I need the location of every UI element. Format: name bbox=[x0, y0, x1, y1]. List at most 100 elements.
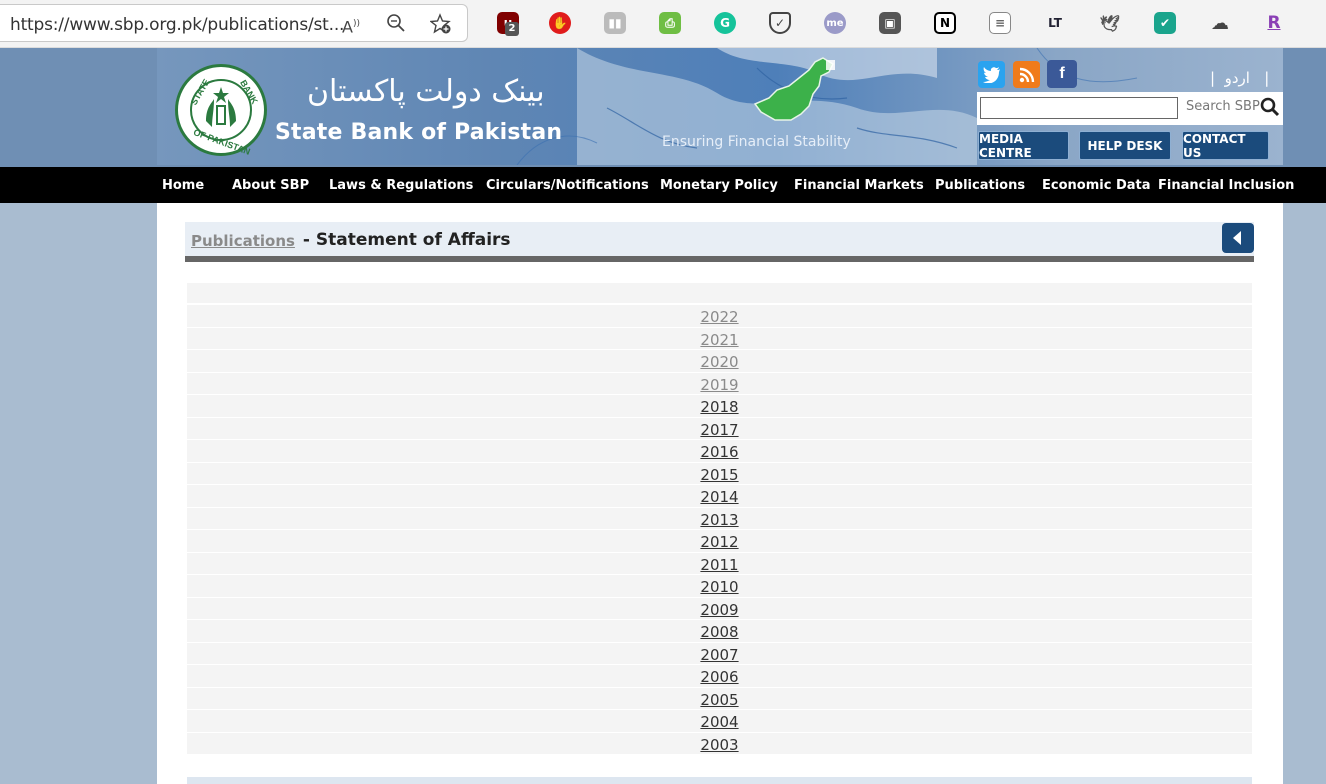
ublock-icon[interactable]: u2 bbox=[497, 12, 519, 36]
urdu-language-link[interactable]: | اردو | bbox=[1210, 69, 1269, 87]
year-link[interactable]: 2016 bbox=[187, 443, 1252, 461]
nav-about-sbp[interactable]: About SBP bbox=[232, 178, 309, 193]
list-item: 2021 bbox=[187, 327, 1252, 350]
nav-laws-regulations[interactable]: Laws & Regulations bbox=[329, 178, 473, 193]
page-title: - Statement of Affairs bbox=[297, 230, 511, 250]
tagline: Ensuring Financial Stability bbox=[662, 134, 851, 150]
me-icon[interactable]: me bbox=[824, 12, 846, 34]
help-desk-button[interactable]: HELP DESK bbox=[1079, 131, 1171, 160]
search-label[interactable]: Search SBP bbox=[1186, 99, 1260, 114]
pakistan-map-icon bbox=[753, 57, 835, 121]
list-item: 2016 bbox=[187, 440, 1252, 463]
year-link[interactable]: 2005 bbox=[187, 691, 1252, 709]
screenshot-icon[interactable]: ▣ bbox=[879, 12, 901, 34]
zoom-icon[interactable] bbox=[385, 13, 407, 35]
title-underline bbox=[185, 256, 1254, 262]
year-link[interactable]: 2019 bbox=[187, 376, 1252, 394]
nav-home[interactable]: Home bbox=[162, 178, 204, 193]
divider-left: | bbox=[1210, 69, 1225, 87]
year-link[interactable]: 2012 bbox=[187, 533, 1252, 551]
list-item: 2013 bbox=[187, 507, 1252, 530]
url-text[interactable]: https://www.sbp.org.pk/publications/st..… bbox=[10, 15, 344, 35]
list-item: 2017 bbox=[187, 417, 1252, 440]
list-item: 2005 bbox=[187, 687, 1252, 710]
list-item: 2006 bbox=[187, 665, 1252, 688]
list-item: 2011 bbox=[187, 552, 1252, 575]
facebook-icon[interactable]: f bbox=[1047, 60, 1077, 88]
year-link[interactable]: 2020 bbox=[187, 353, 1252, 371]
contact-us-button[interactable]: CONTACT US bbox=[1182, 131, 1269, 160]
list-item: 2020 bbox=[187, 350, 1252, 373]
r-icon[interactable]: R bbox=[1263, 12, 1285, 34]
list-item: 2022 bbox=[187, 305, 1252, 328]
urdu-bank-title: بینک دولت پاکستان bbox=[307, 74, 545, 109]
search-box: Search SBP bbox=[977, 92, 1283, 125]
nav-financial-markets[interactable]: Financial Markets bbox=[794, 178, 924, 193]
twitter-icon[interactable] bbox=[978, 61, 1005, 88]
list-item: 2019 bbox=[187, 372, 1252, 395]
breadcrumb-publications-link[interactable]: Publications bbox=[191, 232, 295, 250]
search-icon[interactable] bbox=[1259, 96, 1281, 118]
nav-economic-data[interactable]: Economic Data bbox=[1042, 178, 1151, 193]
year-link[interactable]: 2014 bbox=[187, 488, 1252, 506]
ublock-badge: 2 bbox=[505, 22, 519, 36]
year-link[interactable]: 2022 bbox=[187, 308, 1252, 326]
todoist-icon[interactable]: ✔ bbox=[1154, 12, 1176, 34]
list-item: 2012 bbox=[187, 530, 1252, 553]
print-icon[interactable]: ⎙ bbox=[659, 12, 681, 34]
list-item: 2014 bbox=[187, 485, 1252, 508]
read-aloud-icon[interactable]: A)) bbox=[340, 13, 362, 36]
languagetool-icon[interactable]: LT bbox=[1044, 12, 1066, 34]
year-link[interactable]: 2006 bbox=[187, 668, 1252, 686]
title-separator: - bbox=[297, 230, 316, 250]
bird-icon[interactable]: 🕊 bbox=[1099, 12, 1121, 34]
content-area: Publications - Statement of Affairs 2022… bbox=[157, 203, 1283, 784]
site-header: STATE BANK OF PAKISTAN بینک دولت پاکستان… bbox=[0, 48, 1326, 167]
year-link[interactable]: 2017 bbox=[187, 421, 1252, 439]
list-item: 2008 bbox=[187, 620, 1252, 643]
divider-right: | bbox=[1249, 69, 1270, 87]
nav-monetary-policy[interactable]: Monetary Policy bbox=[660, 178, 778, 193]
nav-publications[interactable]: Publications bbox=[935, 178, 1025, 193]
year-link[interactable]: 2011 bbox=[187, 556, 1252, 574]
list-item: 2010 bbox=[187, 575, 1252, 598]
year-link[interactable]: 2009 bbox=[187, 601, 1252, 619]
page-title-bar: Publications - Statement of Affairs bbox=[185, 222, 1254, 256]
main-nav: Home About SBP Laws & Regulations Circul… bbox=[0, 167, 1326, 203]
browser-toolbar: https://www.sbp.org.pk/publications/st..… bbox=[0, 0, 1326, 48]
page-title-text: Statement of Affairs bbox=[315, 230, 511, 250]
list-item: 2015 bbox=[187, 462, 1252, 485]
list-item: 2004 bbox=[187, 710, 1252, 733]
list-item: 2003 bbox=[187, 732, 1252, 755]
list-item: 2009 bbox=[187, 597, 1252, 620]
document-icon[interactable]: ≡ bbox=[989, 12, 1011, 34]
rss-icon[interactable] bbox=[1013, 61, 1040, 88]
cloud-icon[interactable]: ☁ bbox=[1209, 12, 1231, 34]
address-bar[interactable]: https://www.sbp.org.pk/publications/st..… bbox=[0, 4, 468, 42]
year-link[interactable]: 2008 bbox=[187, 623, 1252, 641]
year-link[interactable]: 2003 bbox=[187, 736, 1252, 754]
media-centre-button[interactable]: MEDIA CENTRE bbox=[978, 131, 1069, 160]
reader-icon[interactable]: ▮▮ bbox=[604, 12, 626, 34]
back-button[interactable] bbox=[1222, 223, 1254, 253]
year-link[interactable]: 2021 bbox=[187, 331, 1252, 349]
back-arrow-icon bbox=[1233, 231, 1241, 245]
year-link[interactable]: 2007 bbox=[187, 646, 1252, 664]
nav-financial-inclusion[interactable]: Financial Inclusion bbox=[1158, 178, 1294, 193]
list-header-row bbox=[187, 283, 1252, 304]
adblock-icon[interactable]: ✋ bbox=[549, 12, 571, 34]
sbp-logo[interactable]: STATE BANK OF PAKISTAN bbox=[175, 64, 267, 157]
pocket-icon[interactable]: ✓ bbox=[769, 12, 791, 34]
favorite-star-icon[interactable] bbox=[429, 13, 452, 35]
grammarly-icon[interactable]: G bbox=[714, 12, 736, 34]
notion-icon[interactable]: N bbox=[934, 12, 956, 34]
year-link[interactable]: 2010 bbox=[187, 578, 1252, 596]
year-link[interactable]: 2013 bbox=[187, 511, 1252, 529]
nav-circulars-notifications[interactable]: Circulars/Notifications bbox=[486, 178, 649, 193]
year-link[interactable]: 2018 bbox=[187, 398, 1252, 416]
search-input[interactable] bbox=[980, 97, 1178, 119]
year-link[interactable]: 2015 bbox=[187, 466, 1252, 484]
year-link[interactable]: 2004 bbox=[187, 713, 1252, 731]
list-item: 2007 bbox=[187, 642, 1252, 665]
urdu-link-text[interactable]: اردو bbox=[1225, 69, 1250, 87]
